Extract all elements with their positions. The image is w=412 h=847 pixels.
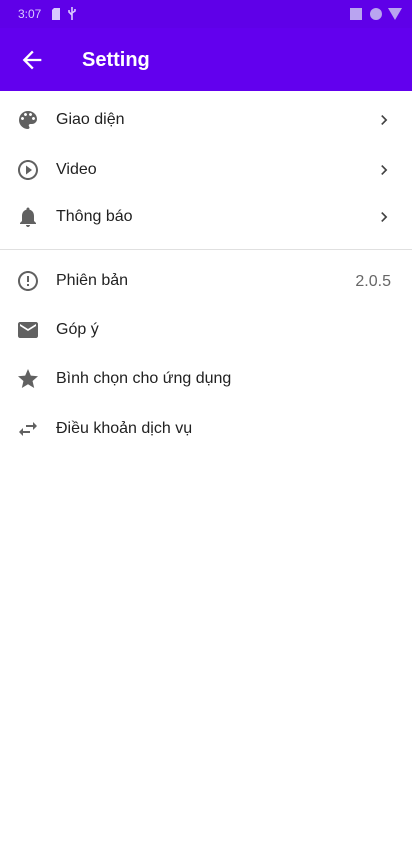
settings-item-version[interactable]: Phiên bản 2.0.5 bbox=[0, 257, 412, 305]
star-icon bbox=[18, 369, 38, 388]
settings-item-notifications[interactable]: Thông báo bbox=[0, 193, 412, 241]
chevron-right-icon bbox=[381, 165, 388, 175]
palette-icon bbox=[19, 111, 37, 129]
stop-icon bbox=[350, 8, 362, 20]
settings-item-label: Giao diện bbox=[56, 111, 125, 128]
mail-icon bbox=[18, 322, 38, 338]
status-bar: 3:07 bbox=[0, 0, 412, 28]
settings-item-terms[interactable]: Điều khoản dịch vụ bbox=[0, 405, 412, 453]
section-divider bbox=[0, 249, 412, 250]
chevron-right-icon bbox=[381, 212, 388, 222]
swap-arrows-icon bbox=[19, 422, 37, 436]
settings-item-feedback[interactable]: Góp ý bbox=[0, 306, 412, 354]
version-value: 2.0.5 bbox=[355, 273, 391, 290]
settings-item-label: Góp ý bbox=[56, 321, 99, 338]
settings-item-rate-app[interactable]: Bình chọn cho ứng dụng bbox=[0, 355, 412, 403]
page-title: Setting bbox=[82, 49, 150, 71]
settings-item-label: Video bbox=[56, 161, 97, 178]
bell-icon bbox=[20, 207, 36, 227]
chevron-right-icon bbox=[381, 115, 388, 125]
settings-item-appearance[interactable]: Giao diện bbox=[0, 96, 412, 144]
usb-icon bbox=[68, 7, 76, 20]
signal-triangle-icon bbox=[388, 8, 402, 20]
settings-item-label: Điều khoản dịch vụ bbox=[56, 420, 193, 437]
settings-item-label: Bình chọn cho ứng dụng bbox=[56, 370, 232, 387]
info-alert-icon bbox=[18, 271, 38, 291]
circle-icon bbox=[370, 8, 382, 20]
play-circle-icon bbox=[18, 160, 38, 180]
settings-item-label: Thông báo bbox=[56, 208, 133, 225]
settings-item-video[interactable]: Video bbox=[0, 146, 412, 194]
sd-card-icon bbox=[52, 8, 60, 20]
back-arrow-icon[interactable] bbox=[18, 46, 46, 74]
status-time: 3:07 bbox=[18, 7, 42, 21]
app-bar: Setting bbox=[0, 28, 412, 91]
settings-item-label: Phiên bản bbox=[56, 272, 129, 289]
